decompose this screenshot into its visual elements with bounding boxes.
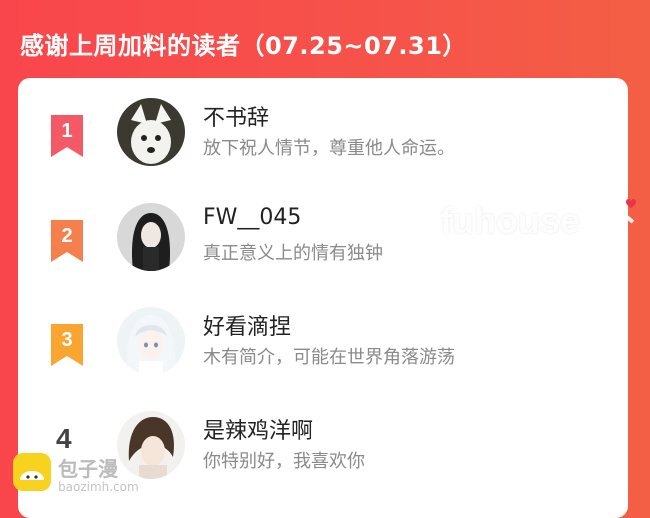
rank-number: 2 (61, 225, 73, 247)
rank-badge-3: 3 (51, 324, 83, 366)
anime-avatar-icon (117, 411, 185, 479)
rank-number: 3 (61, 329, 73, 351)
page-title: 感谢上周加料的读者（07.25~07.31） (20, 32, 467, 60)
motto: 木有简介，可能在世界角落游荡 (203, 347, 455, 368)
rank-number: 4 (56, 423, 72, 454)
reader-row-3[interactable]: 3 好看滴捏 木有简介，可能在世界角落游荡 (18, 307, 628, 387)
house-heart-icon (587, 199, 636, 242)
logo-url: baozimh.com (58, 480, 139, 494)
watermark-text: fuhouse (440, 200, 580, 241)
rank-number: 1 (61, 120, 73, 142)
logo-text: 包子漫 (58, 457, 118, 481)
anime-avatar-icon (117, 307, 185, 375)
username[interactable]: FW__045 (203, 205, 301, 230)
bun-logo-icon (13, 453, 51, 491)
rank-badge-2: 2 (51, 220, 83, 262)
avatar[interactable] (117, 98, 185, 166)
avatar[interactable] (117, 307, 185, 375)
girl-avatar-icon (117, 203, 185, 271)
avatar[interactable] (117, 411, 185, 479)
motto: 放下祝人情节，尊重他人命运。 (203, 138, 455, 159)
motto: 你特别好，我喜欢你 (203, 451, 365, 472)
avatar[interactable] (117, 203, 185, 271)
dog-avatar-icon (117, 98, 185, 166)
username[interactable]: 是辣鸡洋啊 (203, 413, 313, 445)
rank-badge-1: 1 (51, 115, 83, 157)
motto: 真正意义上的情有独钟 (203, 243, 383, 264)
reader-list-card: 1 不书辞 放下祝人情节，尊重他人命运。 2 FW__045 真正意义上的情有独… (18, 78, 628, 518)
username[interactable]: 不书辞 (203, 100, 269, 132)
reader-row-1[interactable]: 1 不书辞 放下祝人情节，尊重他人命运。 (18, 98, 628, 178)
username[interactable]: 好看滴捏 (203, 309, 291, 341)
